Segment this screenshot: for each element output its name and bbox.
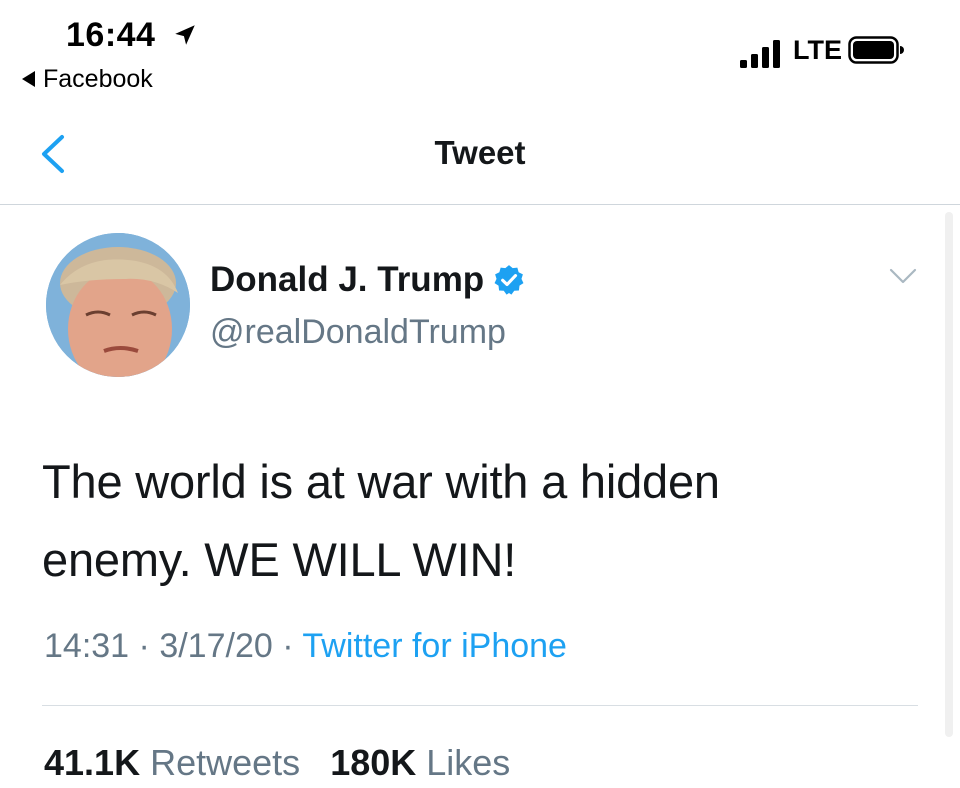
author-name: Donald J. Trump [210,260,485,299]
tweet-text-line: The world is at war with a hidden [42,455,720,508]
tweet-text-line: enemy. WE WILL WIN! [42,533,517,586]
page-title: Tweet [434,134,526,171]
network-type: LTE [793,35,842,65]
retweets-count: 41.1K [44,742,141,783]
tweet-meta: 14:31 · 3/17/20 · Twitter for iPhone [44,627,567,666]
back-to-app-button[interactable]: Facebook [22,63,153,95]
retweets-stat[interactable]: 41.1K Retweets [44,742,300,783]
tweet-stats: 41.1K Retweets 180K Likes [44,742,510,784]
tweet-time: 14:31 [44,627,130,665]
likes-label: Likes [426,742,511,783]
tweet-detail: Donald J. Trump @realDonaldTrump The wor… [0,205,960,788]
status-time: 16:44 [66,16,156,54]
avatar-portrait-icon [46,233,190,377]
battery-icon [848,36,904,64]
divider [42,705,918,706]
tweet-source-link[interactable]: Twitter for iPhone [302,627,567,665]
likes-count: 180K [330,742,417,783]
retweets-label: Retweets [150,742,301,783]
navigation-bar: Tweet [0,100,960,205]
back-triangle-icon [22,71,35,87]
status-bar: 16:44 Facebook LTE [0,0,960,100]
meta-separator: · [282,627,294,665]
tweet-text: The world is at war with a hidden enemy.… [42,443,902,599]
signal-icon [740,40,780,68]
likes-stat[interactable]: 180K Likes [330,742,510,783]
back-app-label: Facebook [43,64,153,93]
scrollbar[interactable] [945,212,953,737]
verified-badge-icon [494,265,524,295]
tweet-date: 3/17/20 [159,627,273,665]
meta-separator: · [138,627,150,665]
author-handle[interactable]: @realDonaldTrump [210,313,506,352]
location-arrow-icon [175,25,195,45]
author-name-row[interactable]: Donald J. Trump [210,260,526,300]
avatar[interactable] [46,233,190,377]
caret-down-icon[interactable] [888,265,918,287]
